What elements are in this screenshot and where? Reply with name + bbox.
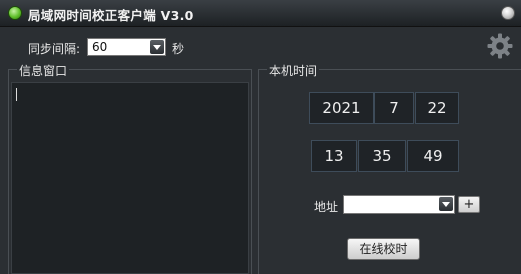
day-box: 22: [415, 92, 459, 124]
online-sync-button[interactable]: 在线校时: [347, 238, 420, 260]
app-icon: [8, 6, 22, 20]
close-icon[interactable]: [501, 6, 515, 20]
hour-box: 13: [311, 140, 357, 172]
gear-icon[interactable]: [487, 33, 513, 59]
sync-interval-label: 同步间隔:: [28, 42, 81, 56]
title-bar: 局域网时间校正客户端 V3.0: [0, 0, 521, 27]
sync-interval-unit: 秒: [172, 42, 185, 56]
add-address-button[interactable]: +: [458, 196, 480, 213]
second-box: 49: [407, 140, 459, 172]
month-box: 7: [374, 92, 414, 124]
sync-interval-select[interactable]: 60: [87, 38, 166, 56]
info-window-panel: 信息窗口: [8, 62, 252, 274]
local-time-title: 本机时间: [267, 62, 320, 79]
text-cursor: [16, 88, 17, 101]
address-select[interactable]: [343, 195, 455, 214]
info-log-textarea[interactable]: [11, 82, 249, 274]
sync-interval-value: 60: [92, 40, 108, 54]
dropdown-arrow-icon[interactable]: [150, 40, 164, 54]
dropdown-arrow-icon[interactable]: [439, 197, 453, 211]
year-box: 2021: [309, 92, 374, 124]
minute-box: 35: [358, 140, 406, 172]
window-title: 局域网时间校正客户端 V3.0: [28, 8, 194, 23]
address-label: 地址: [314, 200, 339, 214]
info-window-title: 信息窗口: [17, 62, 70, 79]
